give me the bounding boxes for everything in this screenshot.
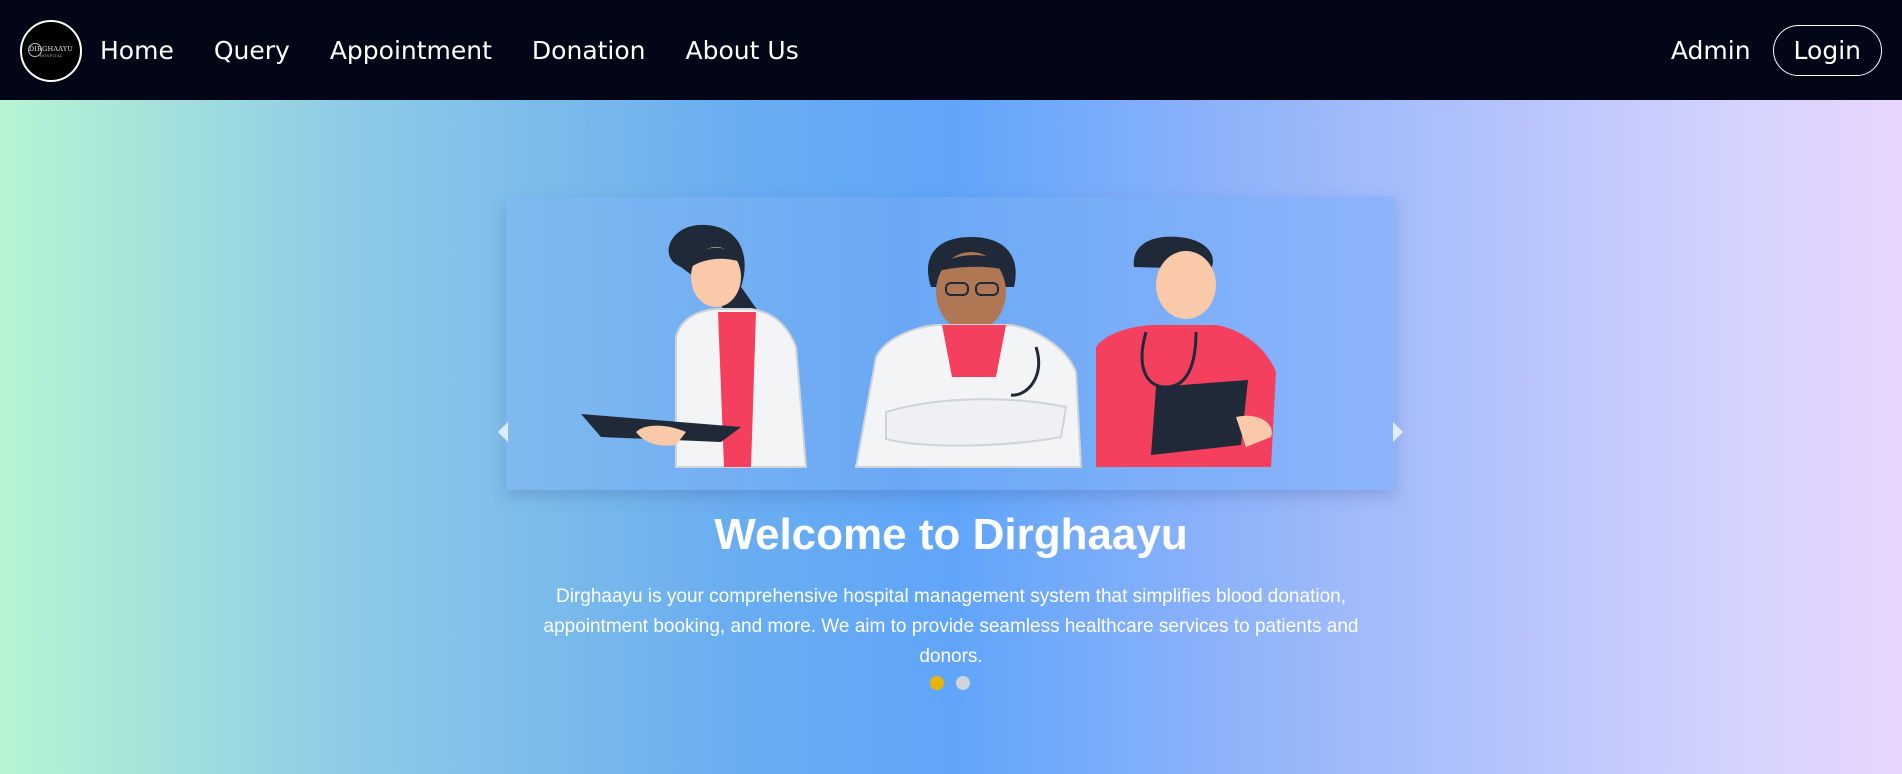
nav-link-query[interactable]: Query	[214, 36, 290, 65]
nav-link-home[interactable]: Home	[100, 36, 174, 65]
carousel-dots	[930, 676, 982, 690]
welcome-description: Dirghaayu is your comprehensive hospital…	[543, 586, 1359, 667]
male-doctor-figure	[854, 237, 1083, 468]
nav-link-about-us[interactable]: About Us	[686, 36, 799, 65]
female-doctor-figure	[581, 224, 808, 468]
top-navbar: DIRGHAAYU HOSPITAL Home Query Appointmen…	[0, 0, 1902, 100]
logo[interactable]: DIRGHAAYU HOSPITAL	[20, 20, 82, 82]
login-button[interactable]: Login	[1772, 24, 1882, 76]
welcome-title: Welcome to Dirghaayu	[714, 510, 1188, 559]
carousel-slide	[506, 197, 1395, 490]
carousel-dot-1[interactable]	[930, 676, 944, 690]
nav-link-appointment[interactable]: Appointment	[330, 36, 492, 65]
chevron-right-icon[interactable]	[1393, 422, 1403, 442]
hero-section: Welcome to Dirghaayu Dirghaayu is your c…	[0, 100, 1902, 774]
logo-emblem-icon	[28, 43, 42, 57]
nav-right: Admin Login	[1671, 0, 1882, 100]
logo-subtext: HOSPITAL	[39, 52, 63, 58]
admin-link[interactable]: Admin	[1671, 36, 1751, 65]
nav-links: Home Query Appointment Donation About Us	[100, 0, 839, 100]
right-doctor-figure	[1096, 236, 1276, 467]
three-doctors-illustration	[581, 224, 1276, 468]
chevron-left-icon[interactable]	[498, 422, 508, 442]
carousel-dot-2[interactable]	[956, 676, 970, 690]
nav-link-donation[interactable]: Donation	[532, 36, 646, 65]
